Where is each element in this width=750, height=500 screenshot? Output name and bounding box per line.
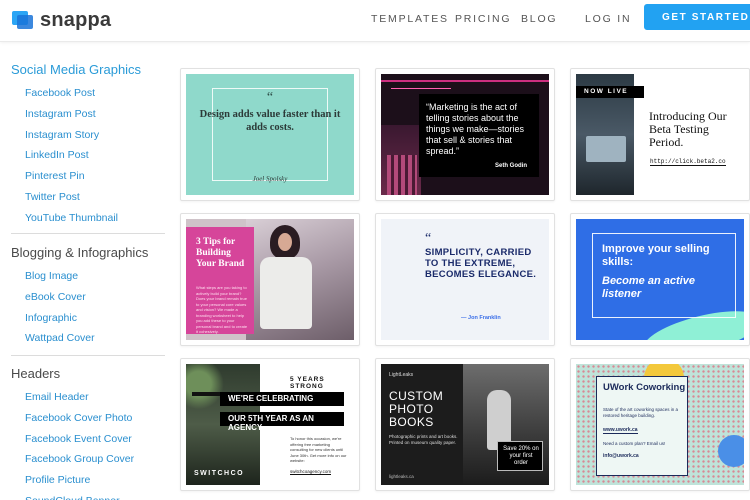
email-text: info@uwork.ca	[603, 453, 639, 459]
template-card[interactable]: Improve your selling skills: Become an a…	[570, 213, 750, 346]
banner-text: OUR 5TH YEAR AS AN AGENCY	[228, 414, 314, 432]
headline-text: Improve your selling skills:	[602, 243, 710, 268]
discount-badge: Save 20% on your first order	[497, 441, 543, 471]
template-thumbnail: “ Design adds value faster than it adds …	[186, 74, 354, 195]
banner: OUR 5TH YEAR AS AN AGENCY	[220, 412, 344, 432]
quote-text: SIMPLICITY, CARRIED TO THE EXTREME, BECO…	[425, 247, 537, 280]
pink-panel: 3 Tips for Building Your Brand What step…	[186, 227, 254, 334]
template-card[interactable]: 3 Tips for Building Your Brand What step…	[180, 213, 360, 346]
quote-author: Joel Spolsky	[252, 175, 288, 183]
emphasis-text: Become an active listener	[602, 275, 695, 300]
template-card[interactable]: “ Design adds value faster than it adds …	[180, 68, 360, 201]
template-grid: “ Design adds value faster than it adds …	[0, 0, 750, 500]
quote-mark-icon: “	[425, 231, 432, 246]
template-thumbnail: “Marketing is the act of telling stories…	[381, 74, 549, 195]
template-card[interactable]: “ SIMPLICITY, CARRIED TO THE EXTREME, BE…	[375, 213, 555, 346]
body-text: State of the art coworking spaces in a r…	[603, 407, 679, 418]
laptop-icon	[586, 136, 626, 162]
template-card[interactable]: LightLeaks CUSTOM PHOTO BOOKS Photograph…	[375, 358, 555, 491]
quote-text: “Marketing is the act of telling stories…	[426, 102, 525, 156]
banner-text: NOW LIVE	[584, 88, 629, 95]
template-thumbnail: Improve your selling skills: Become an a…	[576, 219, 744, 340]
template-thumbnail: 5 YEARS STRONG WE'RE CELEBRATING OUR 5TH…	[186, 364, 354, 485]
footer-text: lightleaks.ca	[389, 474, 414, 479]
now-live-banner: NOW LIVE	[576, 86, 644, 98]
tagline-text: 5 YEARS STRONG	[290, 376, 325, 390]
banner-text: WE'RE CELEBRATING	[228, 394, 314, 403]
template-card[interactable]: “Marketing is the act of telling stories…	[375, 68, 555, 201]
brand-text: SWITCHCO	[194, 470, 245, 477]
headline-text: 3 Tips for Building Your Brand	[196, 237, 245, 269]
template-thumbnail: UWork Coworking State of the art coworki…	[576, 364, 744, 485]
template-card[interactable]: NOW LIVE Introducing Our Beta Testing Pe…	[570, 68, 750, 201]
body-text: To honor this occasion, we're offering f…	[290, 436, 347, 463]
circle-shape	[718, 435, 744, 467]
template-thumbnail: 3 Tips for Building Your Brand What step…	[186, 219, 354, 340]
headline-text: UWork Coworking	[603, 382, 686, 393]
template-thumbnail: LightLeaks CUSTOM PHOTO BOOKS Photograph…	[381, 364, 549, 485]
quote-author: Seth Godin	[495, 163, 527, 169]
brand-text: LightLeaks	[389, 372, 414, 378]
headline-text: CUSTOM PHOTO BOOKS	[389, 389, 444, 429]
template-thumbnail: “ SIMPLICITY, CARRIED TO THE EXTREME, BE…	[381, 219, 549, 340]
quote-mark-icon: “	[266, 90, 274, 105]
link-text: http://click.beta2.co	[650, 158, 726, 166]
quote-author: — Jon Franklin	[461, 315, 501, 321]
template-thumbnail: NOW LIVE Introducing Our Beta Testing Pe…	[576, 74, 744, 195]
note-text: Need a custom plan? Email us!	[603, 441, 666, 446]
quote-box: “Marketing is the act of telling stories…	[419, 94, 539, 177]
template-card[interactable]: UWork Coworking State of the art coworki…	[570, 358, 750, 491]
banner: WE'RE CELEBRATING	[220, 392, 344, 406]
quote-text: Design adds value faster than it adds co…	[199, 109, 341, 133]
info-box: UWork Coworking State of the art coworki…	[596, 376, 688, 476]
link-text: www.uwork.ca	[603, 427, 638, 434]
template-card[interactable]: 5 YEARS STRONG WE'RE CELEBRATING OUR 5TH…	[180, 358, 360, 491]
headline-text: Introducing Our Beta Testing Period.	[649, 109, 727, 149]
badge-text: Save 20% on your first order	[503, 446, 539, 466]
body-text: Photographic prints and art books. Print…	[389, 434, 458, 445]
link-text: switchcoagency.com	[290, 469, 332, 475]
body-text: What steps are you taking to actively bu…	[196, 285, 248, 334]
